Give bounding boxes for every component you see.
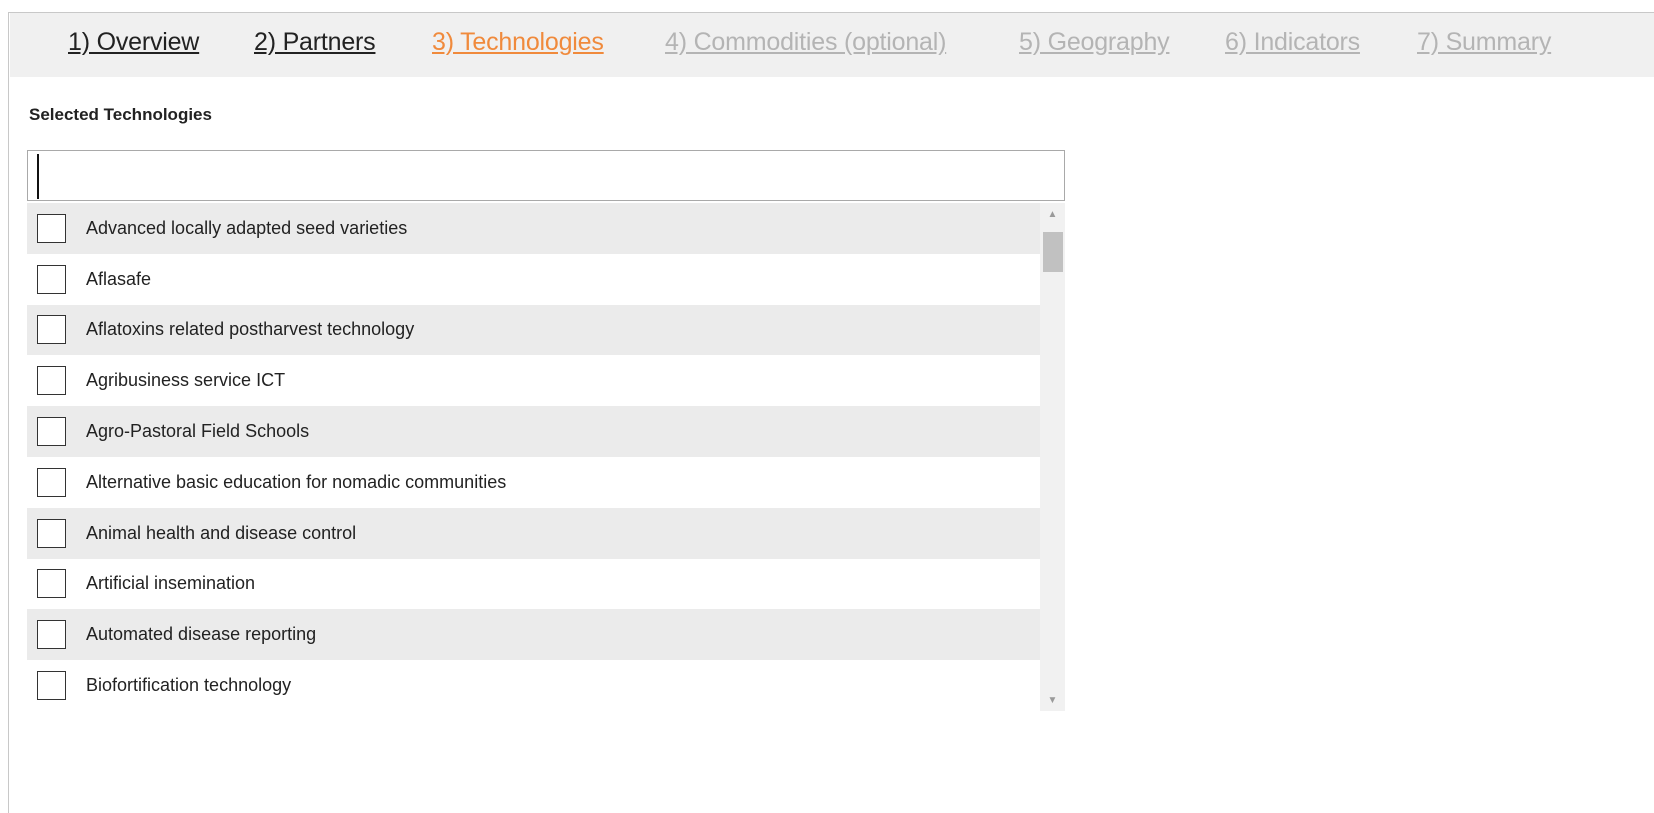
section-title: Selected Technologies — [29, 105, 212, 124]
list-item[interactable]: Animal health and disease control — [27, 507, 1040, 559]
checkbox[interactable] — [37, 366, 66, 396]
list-item[interactable]: Agro-Pastoral Field Schools — [27, 406, 1040, 457]
wizard-frame: 1) Overview 2) Partners 3) Technologies … — [8, 12, 1654, 813]
list-item-label: Agribusiness service ICT — [86, 370, 286, 391]
list-item-label: Advanced locally adapted seed varieties — [86, 217, 408, 238]
list-item-label: Biofortification technology — [86, 675, 292, 696]
tab-geography[interactable]: 5) Geography — [1019, 28, 1170, 57]
scrollbar-thumb[interactable] — [1043, 232, 1063, 272]
list-item[interactable]: Advanced locally adapted seed varieties — [27, 203, 1040, 254]
tab-indicators[interactable]: 6) Indicators — [1225, 28, 1360, 57]
tab-summary[interactable]: 7) Summary — [1417, 28, 1551, 57]
checkbox[interactable] — [37, 671, 66, 701]
list-item-label: Alternative basic education for nomadic … — [86, 471, 507, 492]
list-item[interactable]: Aflasafe — [27, 253, 1040, 305]
triangle-down-icon[interactable]: ▼ — [1040, 691, 1065, 711]
tab-commodities[interactable]: 4) Commodities (optional) — [665, 28, 946, 57]
checkbox[interactable] — [37, 467, 66, 497]
checkbox[interactable] — [37, 417, 66, 447]
tab-overview[interactable]: 1) Overview — [68, 28, 199, 57]
list-item[interactable]: Alternative basic education for nomadic … — [27, 456, 1040, 508]
list-item[interactable]: Automated disease reporting — [27, 609, 1040, 661]
list-item[interactable]: Biofortification technology — [27, 660, 1040, 711]
list-item-label: Artificial insemination — [86, 573, 256, 594]
list-item-label: Aflatoxins related postharvest technolog… — [86, 319, 415, 340]
list-item-label: Automated disease reporting — [86, 624, 317, 645]
list-item-label: Animal health and disease control — [86, 522, 357, 543]
checkbox[interactable] — [37, 518, 66, 548]
list-scrollbar[interactable]: ▲ ▼ — [1040, 203, 1065, 711]
text-caret — [37, 154, 39, 199]
list-item-label: Agro-Pastoral Field Schools — [86, 421, 310, 442]
wizard-tab-bar: 1) Overview 2) Partners 3) Technologies … — [10, 13, 1654, 77]
checkbox[interactable] — [37, 569, 66, 599]
technology-search-input[interactable] — [27, 150, 1065, 201]
tab-partners[interactable]: 2) Partners — [254, 28, 376, 57]
checkbox[interactable] — [37, 264, 66, 294]
list-item-label: Aflasafe — [86, 268, 152, 289]
tab-technologies[interactable]: 3) Technologies — [432, 28, 604, 57]
technology-list: Advanced locally adapted seed varieties … — [27, 203, 1040, 711]
checkbox[interactable] — [37, 620, 66, 650]
checkbox[interactable] — [37, 315, 66, 345]
list-item[interactable]: Agribusiness service ICT — [27, 355, 1040, 407]
checkbox[interactable] — [37, 213, 66, 243]
triangle-up-icon[interactable]: ▲ — [1040, 205, 1065, 225]
list-item[interactable]: Aflatoxins related postharvest technolog… — [27, 304, 1040, 356]
list-item[interactable]: Artificial insemination — [27, 558, 1040, 610]
